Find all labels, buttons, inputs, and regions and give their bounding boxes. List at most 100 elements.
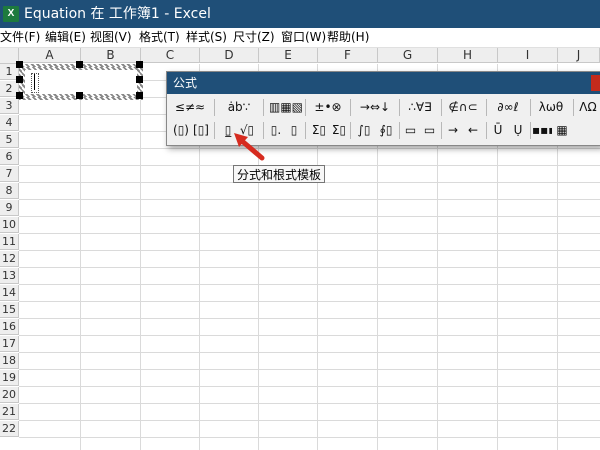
menu-help[interactable]: 帮助(H): [327, 30, 369, 45]
row-header-22[interactable]: 22: [0, 421, 19, 437]
column-header-e[interactable]: E: [259, 48, 318, 63]
column-header-d[interactable]: D: [200, 48, 259, 63]
resize-handle-right[interactable]: [136, 76, 143, 83]
gridline: [19, 386, 600, 387]
subscript-icon[interactable]: ▯.: [267, 120, 285, 141]
row-header-7[interactable]: 7: [0, 166, 19, 182]
arrow-right-label-icon[interactable]: →: [443, 120, 463, 141]
menu-file[interactable]: 文件(F): [0, 30, 40, 45]
close-icon[interactable]: [591, 75, 600, 91]
column-header-b[interactable]: B: [81, 48, 141, 63]
resize-handle-top-left[interactable]: [16, 61, 23, 68]
column-header-g[interactable]: G: [378, 48, 438, 63]
summation-limits-icon[interactable]: Σ▯: [329, 120, 349, 141]
relations-icon[interactable]: ≤≠≈: [171, 97, 209, 118]
excel-icon-letter: X: [7, 8, 15, 19]
row-header-16[interactable]: 16: [0, 319, 19, 335]
fence-paren-icon[interactable]: (▯): [171, 120, 191, 141]
gridline: [19, 437, 600, 438]
row-header-19[interactable]: 19: [0, 370, 19, 386]
column-header-j[interactable]: J: [558, 48, 600, 63]
row-header-17[interactable]: 17: [0, 336, 19, 352]
resize-handle-top-right[interactable]: [136, 61, 143, 68]
gridline: [19, 250, 600, 251]
gridline: [19, 199, 600, 200]
resize-handle-top[interactable]: [76, 61, 83, 68]
fence-bracket-icon[interactable]: [▯]: [191, 120, 211, 141]
row-header-13[interactable]: 13: [0, 268, 19, 284]
separator: [263, 99, 264, 116]
separator: [305, 99, 306, 116]
gridline: [19, 284, 600, 285]
menu-format[interactable]: 格式(T): [139, 30, 180, 45]
greek-lower-icon[interactable]: λωθ: [532, 97, 570, 118]
menu-view[interactable]: 视图(V): [90, 30, 132, 45]
gridline: [19, 148, 600, 149]
operators-icon[interactable]: ±•⊗: [309, 97, 347, 118]
row-header-8[interactable]: 8: [0, 183, 19, 199]
menu-window[interactable]: 窗口(W): [281, 30, 326, 45]
gridline: [80, 64, 81, 450]
logic-icon[interactable]: ∴∀∃: [401, 97, 439, 118]
resize-handle-left[interactable]: [16, 76, 23, 83]
gridline: [19, 369, 600, 370]
resize-handle-bottom[interactable]: [76, 92, 83, 99]
set-theory-icon[interactable]: ∉∩⊂: [443, 97, 483, 118]
text-caret: [34, 74, 35, 90]
row-header-18[interactable]: 18: [0, 353, 19, 369]
excel-icon[interactable]: X: [3, 6, 19, 22]
gridline: [19, 352, 600, 353]
row-header-10[interactable]: 10: [0, 217, 19, 233]
gridline: [19, 301, 600, 302]
separator: [350, 99, 351, 116]
row-header-9[interactable]: 9: [0, 200, 19, 216]
palette-title: 公式: [173, 76, 198, 90]
column-header-c[interactable]: C: [141, 48, 200, 63]
row-header-5[interactable]: 5: [0, 132, 19, 148]
greek-upper-icon[interactable]: ΛΩ: [575, 97, 600, 118]
gridline: [19, 267, 600, 268]
row-header-12[interactable]: 12: [0, 251, 19, 267]
gridline: [140, 64, 141, 450]
equation-edit-area[interactable]: [25, 70, 137, 94]
integral-icon[interactable]: ∫▯: [353, 120, 375, 141]
menu-style[interactable]: 样式(S): [186, 30, 227, 45]
column-header-f[interactable]: F: [318, 48, 378, 63]
column-header-a[interactable]: A: [19, 48, 81, 63]
contour-integral-icon[interactable]: ∮▯: [375, 120, 397, 141]
row-header-21[interactable]: 21: [0, 404, 19, 420]
column-header-i[interactable]: I: [498, 48, 558, 63]
arrow-left-label-icon[interactable]: ←: [463, 120, 483, 141]
embellishments-icon[interactable]: ▥▦▧: [267, 97, 305, 118]
row-header-3[interactable]: 3: [0, 98, 19, 114]
menu-size[interactable]: 尺寸(Z): [233, 30, 275, 45]
overbar-icon[interactable]: ▭: [420, 120, 439, 141]
row-header-14[interactable]: 14: [0, 285, 19, 301]
arrows-icon[interactable]: →⇔↓: [353, 97, 397, 118]
row-header-6[interactable]: 6: [0, 149, 19, 165]
spaces-ellipses-icon[interactable]: ȧb∵: [219, 97, 259, 118]
product-icon[interactable]: Ū: [488, 120, 508, 141]
misc-symbols-icon[interactable]: ∂∞ℓ: [488, 97, 528, 118]
column-header-h[interactable]: H: [438, 48, 498, 63]
gridline: [19, 403, 600, 404]
matrix-row-icon[interactable]: ▪▪▪: [532, 120, 552, 141]
resize-handle-bottom-left[interactable]: [16, 92, 23, 99]
menu-edit[interactable]: 编辑(E): [45, 30, 86, 45]
equation-slot[interactable]: [31, 73, 39, 93]
palette-title-bar[interactable]: 公式: [167, 72, 600, 94]
gridline: [19, 318, 600, 319]
row-header-20[interactable]: 20: [0, 387, 19, 403]
row-header-4[interactable]: 4: [0, 115, 19, 131]
superscript-icon[interactable]: ▯: [285, 120, 303, 141]
underbar-icon[interactable]: ▭: [401, 120, 420, 141]
row-header-11[interactable]: 11: [0, 234, 19, 250]
summation-icon[interactable]: Σ▯: [309, 120, 329, 141]
separator: [214, 99, 215, 116]
separator: [530, 99, 531, 116]
row-header-15[interactable]: 15: [0, 302, 19, 318]
matrix-grid-icon[interactable]: ▦: [552, 120, 572, 141]
window-title: Equation 在 工作簿1 - Excel: [24, 6, 211, 22]
coproduct-icon[interactable]: Ụ: [508, 120, 528, 141]
resize-handle-bottom-right[interactable]: [136, 92, 143, 99]
